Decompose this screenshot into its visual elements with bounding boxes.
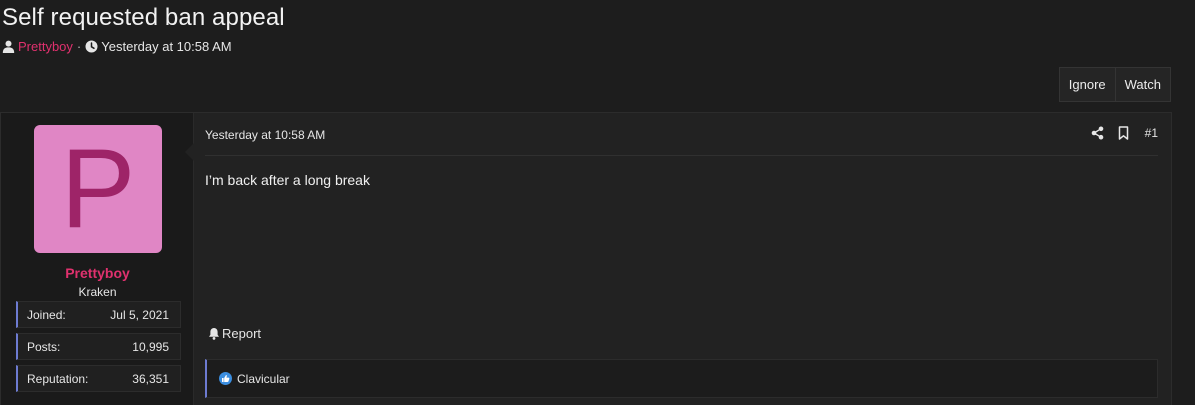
stat-value: Jul 5, 2021 [110, 307, 169, 322]
stat-label: Posts: [27, 339, 61, 354]
stat-posts: Posts: 10,995 [16, 333, 181, 360]
stat-label: Joined: [27, 307, 66, 322]
clock-icon [85, 40, 98, 53]
user-title: Kraken [78, 285, 117, 299]
thread-actions: Ignore Watch [1058, 67, 1171, 102]
share-icon[interactable] [1091, 126, 1104, 140]
stat-label: Reputation: [27, 371, 89, 386]
thread-author-link[interactable]: Prettyboy [18, 39, 73, 54]
watch-button[interactable]: Watch [1115, 67, 1171, 102]
reactions-bar[interactable]: Clavicular [205, 359, 1158, 398]
message-arrow [185, 143, 194, 161]
user-icon [2, 40, 15, 53]
thread-date[interactable]: Yesterday at 10:58 AM [101, 39, 231, 54]
post-user-info: P Prettyboy Kraken Joined: Jul 5, 2021 P… [1, 113, 194, 405]
post-username[interactable]: Prettyboy [1, 265, 194, 281]
report-link[interactable]: Report [208, 326, 261, 341]
post: P Prettyboy Kraken Joined: Jul 5, 2021 P… [0, 112, 1172, 405]
post-tools: #1 [1091, 126, 1158, 140]
ignore-button[interactable]: Ignore [1058, 67, 1116, 102]
bookmark-icon[interactable] [1118, 126, 1131, 140]
bell-icon [208, 327, 220, 340]
thread-title: Self requested ban appeal [2, 4, 285, 31]
post-number-link[interactable]: #1 [1145, 126, 1158, 140]
avatar[interactable]: P [34, 125, 162, 253]
reaction-users[interactable]: Clavicular [237, 372, 290, 386]
meta-separator: · [76, 39, 82, 54]
stat-reputation: Reputation: 36,351 [16, 365, 181, 392]
report-label: Report [222, 326, 262, 341]
post-date[interactable]: Yesterday at 10:58 AM [205, 128, 325, 142]
stat-value: 10,995 [132, 339, 169, 354]
stat-joined: Joined: Jul 5, 2021 [16, 301, 181, 328]
thread-meta: Prettyboy · Yesterday at 10:58 AM [2, 39, 232, 54]
stat-value: 36,351 [132, 371, 169, 386]
like-icon [219, 372, 232, 385]
post-header-divider [205, 155, 1158, 156]
post-body: I’m back after a long break [205, 172, 370, 188]
post-content: Yesterday at 10:58 AM #1 I’m back after … [194, 113, 1171, 405]
